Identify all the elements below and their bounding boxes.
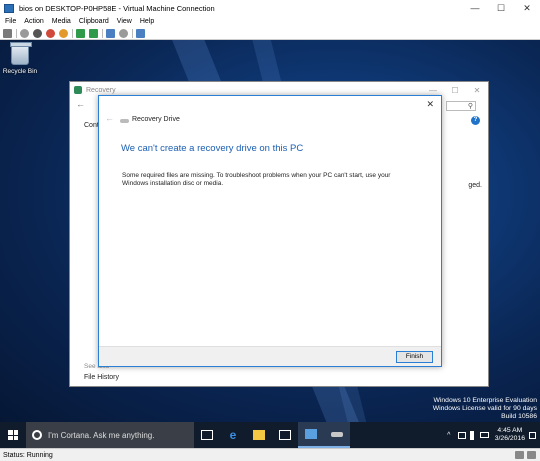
watermark-license: Windows License valid for 90 days: [432, 405, 537, 412]
cp-maximize-button[interactable]: ☐: [444, 82, 466, 98]
file-explorer-icon: [253, 430, 265, 440]
watermark-build: Build 10586: [501, 413, 537, 420]
pause-icon[interactable]: [76, 28, 85, 38]
recovery-drive-icon: [120, 119, 129, 123]
tray-expand-icon[interactable]: ^: [444, 431, 454, 440]
finish-button[interactable]: Finish: [396, 351, 433, 363]
menu-action[interactable]: Action: [24, 18, 43, 25]
recovery-drive-icon: [331, 431, 343, 437]
shutdown-icon[interactable]: [46, 28, 55, 38]
control-panel-icon: [305, 429, 317, 439]
toolbar-divider: [16, 28, 17, 38]
keyboard-icon[interactable]: [479, 432, 489, 438]
close-button[interactable]: ✕: [514, 0, 540, 16]
control-panel-title: Recovery: [86, 86, 116, 94]
recycle-bin-label: Recycle Bin: [2, 68, 38, 75]
vm-window-title: bios on DESKTOP-P0HP58E - Virtual Machin…: [19, 3, 215, 13]
back-arrow-icon[interactable]: ←: [76, 99, 85, 109]
dialog-footer: Finish: [99, 346, 441, 366]
clock-time: 4:45 AM: [497, 427, 523, 434]
store-button[interactable]: [272, 422, 298, 448]
vm-status-text: Status: Running: [3, 451, 53, 459]
file-history-link[interactable]: File History: [84, 374, 119, 381]
revert-icon[interactable]: [119, 28, 128, 38]
checkpoint-icon[interactable]: [106, 28, 115, 38]
vm-connection-icon: [4, 3, 14, 13]
recovery-shield-icon: [74, 86, 82, 94]
resume-icon[interactable]: [89, 28, 98, 38]
vm-status-bar: Status: Running: [0, 448, 540, 461]
cortana-placeholder: I'm Cortana. Ask me anything.: [48, 430, 155, 440]
help-icon[interactable]: ?: [471, 116, 480, 125]
status-icons: [512, 451, 536, 459]
recovery-drive-dialog: ✕ ← Recovery Drive We can't create a rec…: [98, 95, 442, 367]
menu-media[interactable]: Media: [52, 18, 71, 25]
dialog-close-icon[interactable]: ✕: [426, 99, 434, 110]
action-center-icon[interactable]: [529, 431, 536, 439]
dialog-heading: We can't create a recovery drive on this…: [121, 143, 304, 154]
windows-evaluation-watermark: Windows 10 Enterprise Evaluation Windows…: [433, 397, 537, 421]
search-icon[interactable]: ⚲: [446, 101, 476, 111]
edge-icon: e: [229, 428, 237, 442]
vm-window-controls: — ☐ ✕: [462, 0, 540, 16]
edge-button[interactable]: e: [220, 422, 246, 448]
recycle-bin[interactable]: Recycle Bin: [2, 42, 38, 75]
dialog-message: Some required files are missing. To trou…: [122, 172, 391, 187]
cortana-search-box[interactable]: I'm Cortana. Ask me anything.: [26, 422, 194, 448]
clock-date: 3/26/2016: [494, 435, 525, 442]
menu-view[interactable]: View: [117, 18, 132, 25]
toolbar-divider: [102, 28, 103, 38]
menu-help[interactable]: Help: [140, 18, 154, 25]
start-button[interactable]: [0, 422, 26, 448]
task-view-button[interactable]: [194, 422, 220, 448]
turn-off-icon[interactable]: [33, 28, 42, 38]
windows-logo-icon: [8, 430, 18, 440]
volume-icon[interactable]: [469, 430, 476, 440]
network-icon[interactable]: [457, 431, 466, 439]
system-tray: ^ 4:45 AM 3/26/2016: [440, 422, 536, 448]
control-panel-partial-text: ged.: [468, 182, 482, 189]
watermark-edition: Windows 10 Enterprise Evaluation: [433, 397, 537, 404]
vm-menu-bar: File Action Media Clipboard View Help: [0, 16, 540, 27]
save-state-icon[interactable]: [59, 28, 68, 38]
enhanced-session-icon[interactable]: [136, 28, 145, 38]
ctrl-alt-del-icon[interactable]: [3, 28, 12, 38]
vm-title-bar: bios on DESKTOP-P0HP58E - Virtual Machin…: [0, 0, 540, 16]
control-panel-taskbar-button[interactable]: [298, 422, 324, 448]
keyboard-status-icon: [515, 451, 524, 459]
file-explorer-button[interactable]: [246, 422, 272, 448]
toolbar-divider: [132, 28, 133, 38]
recycle-bin-icon: [10, 42, 32, 65]
lock-status-icon: [527, 451, 536, 459]
vm-toolbar: [0, 27, 540, 40]
task-view-icon: [201, 430, 213, 440]
maximize-button[interactable]: ☐: [488, 0, 514, 16]
recovery-drive-taskbar-button[interactable]: [324, 422, 350, 448]
dialog-back-arrow-icon[interactable]: ←: [105, 113, 114, 123]
start-icon[interactable]: [20, 28, 29, 38]
menu-file[interactable]: File: [5, 18, 16, 25]
clock[interactable]: 4:45 AM 3/26/2016: [495, 427, 525, 443]
cp-close-button[interactable]: ✕: [466, 82, 488, 98]
toolbar-divider: [72, 28, 73, 38]
menu-clipboard[interactable]: Clipboard: [79, 18, 109, 25]
cortana-icon: [32, 430, 42, 440]
minimize-button[interactable]: —: [462, 0, 488, 16]
dialog-app-title: Recovery Drive: [132, 116, 180, 123]
taskbar: I'm Cortana. Ask me anything. e ^ 4:45 A…: [0, 422, 540, 448]
store-icon: [279, 430, 291, 440]
